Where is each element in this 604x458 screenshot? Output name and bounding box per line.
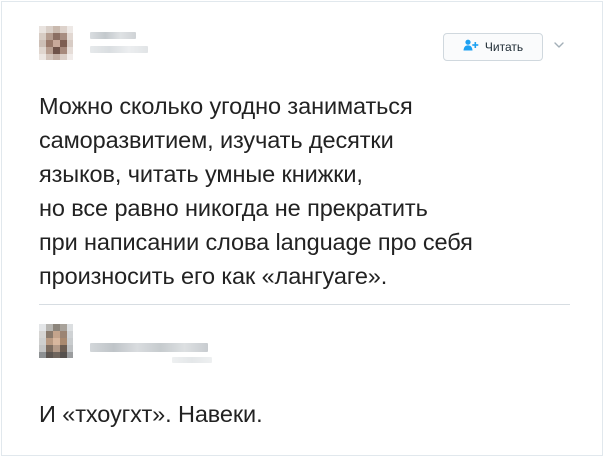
chevron-down-icon[interactable] [552, 38, 566, 52]
follow-button[interactable]: Читать [443, 33, 543, 61]
follow-button-label: Читать [484, 40, 524, 54]
author-name-blurred[interactable] [90, 32, 136, 39]
divider [39, 304, 570, 305]
reply-author-handle-blurred[interactable] [172, 357, 212, 363]
author-handle-blurred[interactable] [90, 46, 148, 53]
author-avatar[interactable] [39, 26, 73, 60]
tweet-text: Можно сколько угодно заниматься саморазв… [39, 93, 473, 289]
reply-author-name-blurred[interactable] [90, 343, 208, 352]
tweet-card: Читать Можно сколько угодно заниматься с… [1, 1, 603, 456]
follow-person-plus-icon [463, 38, 479, 56]
reply-text: И «тхоугхт». Навеки. [39, 401, 263, 427]
reply-author-avatar[interactable] [39, 324, 73, 358]
